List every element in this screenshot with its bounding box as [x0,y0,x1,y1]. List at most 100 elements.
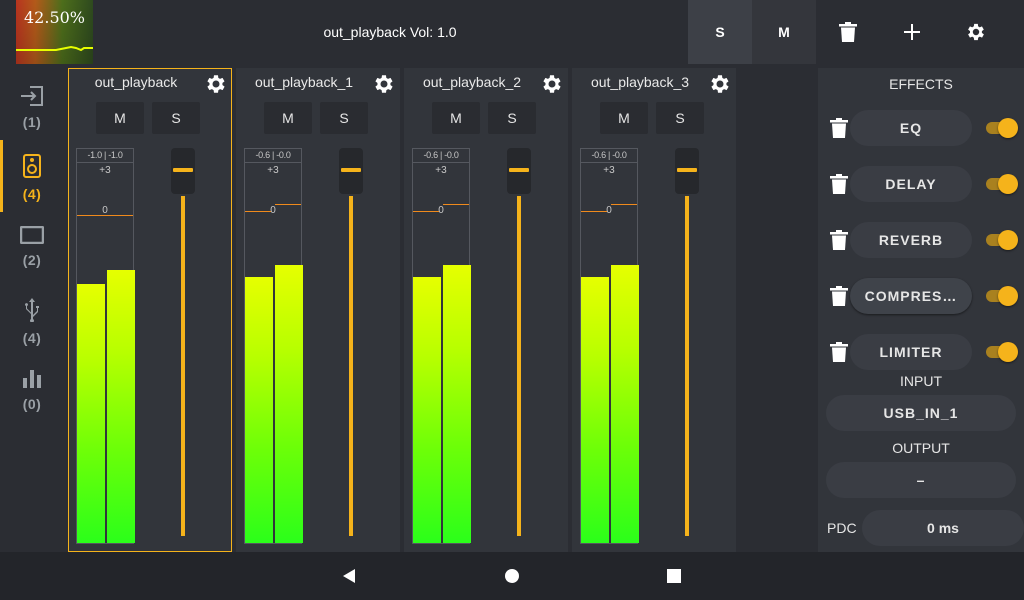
effect-compressor-button[interactable]: COMPRES… [850,278,972,314]
meter-bar-right [107,270,135,543]
effects-title: EFFECTS [889,76,953,92]
sidebar-item-count: (4) [22,186,42,202]
input-title: INPUT [900,373,942,389]
effect-row: DELAY [818,166,1024,202]
effect-enable-toggle[interactable] [986,174,1018,194]
settings-button[interactable] [944,0,1008,64]
meter-scale-top: +3 [99,165,111,176]
effect-delay-button[interactable]: DELAY [850,166,972,202]
channel-solo-button[interactable]: S [488,102,536,134]
effect-reverb-button[interactable]: REVERB [850,222,972,258]
effect-enable-toggle[interactable] [986,342,1018,362]
sidebar-item-count: (0) [22,396,42,412]
meter-bar-left [245,277,273,543]
meter-scale-top: +3 [435,165,447,176]
volume-fader-track[interactable] [517,196,521,536]
effect-row: REVERB [818,222,1024,258]
effect-row: COMPRES… [818,278,1024,314]
channel-mute-button[interactable]: M [96,102,144,134]
gear-icon[interactable] [540,72,564,96]
volume-fader-handle[interactable] [675,148,699,194]
input-select[interactable]: USB_IN_1 [826,395,1016,431]
channel-name: out_playback [94,74,178,90]
effect-enable-toggle[interactable] [986,118,1018,138]
nav-home-button[interactable] [500,564,524,588]
channel-solo-button[interactable]: S [656,102,704,134]
channel-mute-button[interactable]: M [600,102,648,134]
peak-readout: -0.6 | -0.0 [245,149,301,163]
trash-icon[interactable] [830,342,848,362]
level-meter: -0.6 | -0.0 +3 0 [412,148,471,544]
trash-icon[interactable] [830,174,848,194]
sidebar-item-outputs[interactable]: (4) [0,140,64,212]
channel-name: out_playback_1 [254,74,354,90]
sidebar-item-stats[interactable]: (0) [0,356,64,428]
meter-scale-top: +3 [267,165,279,176]
input-icon [21,86,43,106]
meter-bar-right [443,265,471,543]
mute-button[interactable]: M [752,0,816,64]
nav-recents-button[interactable] [662,564,686,588]
system-nav-bar [0,552,1024,600]
device-sidebar: (1) (4) (2) (4) (0) [0,64,64,552]
output-title: OUTPUT [892,440,950,456]
effects-panel: EFFECTS EQ DELAY REVERB COMPRES… LIMITER… [818,68,1024,552]
recents-icon [667,569,681,583]
volume-fader-track[interactable] [685,196,689,536]
volume-fader-handle[interactable] [171,148,195,194]
sidebar-item-count: (2) [22,252,42,268]
channel-solo-button[interactable]: S [152,102,200,134]
delete-button[interactable] [816,0,880,64]
pdc-label: PDC [827,520,857,536]
meter-bar-right [611,265,639,543]
peak-readout: -0.6 | -0.0 [413,149,469,163]
effect-enable-toggle[interactable] [986,286,1018,306]
volume-fader-track[interactable] [349,196,353,536]
effect-limiter-button[interactable]: LIMITER [850,334,972,370]
channel-strip[interactable]: out_playback M S -1.0 | -1.0 +3 0 [68,68,232,552]
sidebar-item-displays[interactable]: (2) [0,212,64,284]
trash-icon[interactable] [830,230,848,250]
level-meter: -0.6 | -0.0 +3 0 [244,148,303,544]
level-meter: -1.0 | -1.0 +3 0 [76,148,135,544]
zero-db-marker [581,211,607,212]
solo-button[interactable]: S [688,0,752,64]
channel-mute-button[interactable]: M [264,102,312,134]
channel-mute-button[interactable]: M [432,102,480,134]
channel-name: out_playback_2 [422,74,522,90]
zero-db-marker [245,211,271,212]
gear-icon [968,23,984,41]
volume-fader-handle[interactable] [339,148,363,194]
back-icon [343,569,355,583]
peak-readout: -0.6 | -0.0 [581,149,637,163]
channel-name: out_playback_3 [590,74,690,90]
gear-icon[interactable] [708,72,732,96]
output-select[interactable]: – [826,462,1016,498]
zero-db-marker [77,215,133,216]
sidebar-item-count: (1) [22,114,42,130]
trash-icon[interactable] [830,118,848,138]
add-button[interactable] [880,0,944,64]
meter-bar-left [413,277,441,543]
channel-strip[interactable]: out_playback_3 M S -0.6 | -0.0 +3 0 [572,68,736,552]
sidebar-item-usb[interactable]: (4) [0,284,64,356]
pdc-value-field[interactable]: 0 ms [862,510,1024,546]
volume-fader-handle[interactable] [507,148,531,194]
gear-icon[interactable] [204,72,228,96]
nav-back-button[interactable] [337,564,361,588]
sidebar-item-inputs[interactable]: (1) [0,72,64,144]
trash-icon [839,22,857,42]
meter-scale-top: +3 [603,165,615,176]
meter-bar-right [275,265,303,543]
volume-fader-track[interactable] [181,196,185,536]
channel-strip[interactable]: out_playback_1 M S -0.6 | -0.0 +3 0 [236,68,400,552]
effect-eq-button[interactable]: EQ [850,110,972,146]
cpu-load-graph: 42.50% [16,0,93,64]
gear-icon[interactable] [372,72,396,96]
channel-solo-button[interactable]: S [320,102,368,134]
cpu-load-value: 42.50% [24,8,86,27]
trash-icon[interactable] [830,286,848,306]
channel-strip[interactable]: out_playback_2 M S -0.6 | -0.0 +3 0 [404,68,568,552]
effect-enable-toggle[interactable] [986,230,1018,250]
speaker-icon [23,154,41,178]
